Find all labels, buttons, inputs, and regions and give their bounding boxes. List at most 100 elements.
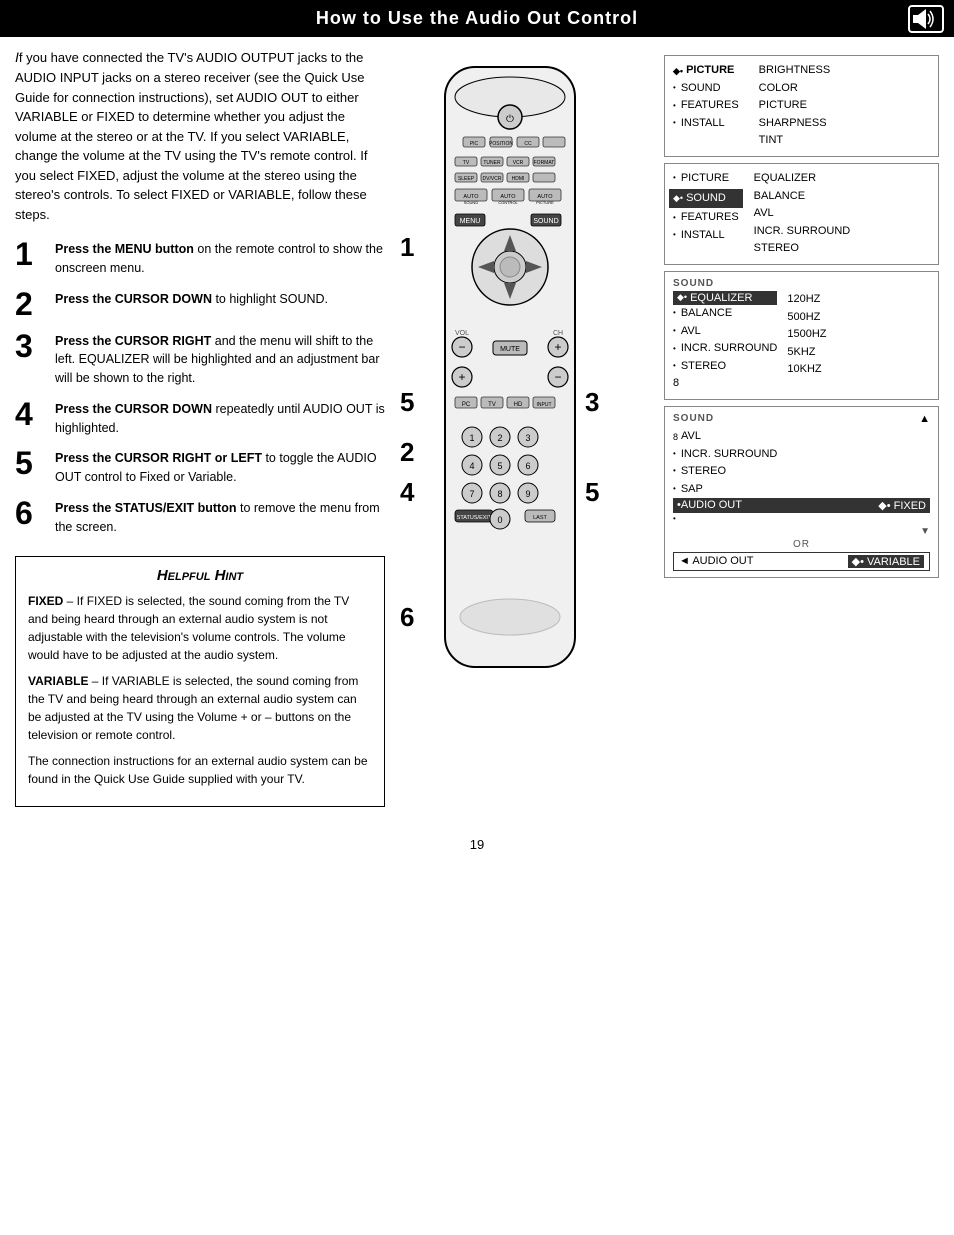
step-4: 4 Press the CURSOR DOWN repeatedly until… bbox=[15, 398, 385, 438]
svg-text:5: 5 bbox=[497, 461, 502, 471]
panel1-right: BRIGHTNESS COLOR PICTURE SHARPNESS TINT bbox=[759, 62, 831, 150]
panel1-picture: PICTURE bbox=[759, 97, 831, 115]
svg-text:HDMI: HDMI bbox=[512, 176, 525, 182]
hint-variable: VARIABLE – If VARIABLE is selected, the … bbox=[28, 672, 372, 744]
panel1-content: ◆• PICTURE • SOUND • FEATURES • INSTALL … bbox=[673, 62, 930, 150]
panel4-header: SOUND ▲ bbox=[673, 413, 930, 426]
panel1-sharpness: SHARPNESS bbox=[759, 115, 831, 133]
svg-text:−: − bbox=[458, 340, 465, 354]
panels-column: ◆• PICTURE • SOUND • FEATURES • INSTALL … bbox=[664, 47, 939, 807]
panel2-features: • FEATURES bbox=[673, 209, 739, 227]
svg-text:−: − bbox=[554, 370, 561, 384]
step-2: 2 Press the CURSOR DOWN to highlight SOU… bbox=[15, 288, 385, 320]
content-wrapper: If you have connected the TV's AUDIO OUT… bbox=[0, 47, 954, 817]
panel3-8: 8 bbox=[673, 375, 777, 393]
panel2-sound-hl: ◆•SOUND bbox=[669, 189, 743, 209]
hint-title: Helpful Hint bbox=[28, 567, 372, 584]
panel3-left: ◆•EQUALIZER •BALANCE •AVL •INCR. SURROUN… bbox=[673, 291, 777, 393]
step-number-6: 6 bbox=[15, 497, 55, 529]
panel3-120hz: 120HZ bbox=[787, 291, 826, 309]
svg-text:SLEEP: SLEEP bbox=[458, 176, 475, 182]
panel2-balance: BALANCE bbox=[754, 188, 851, 206]
svg-text:TV: TV bbox=[488, 402, 496, 408]
panel1-install-row: • INSTALL bbox=[673, 115, 739, 133]
panel-audio-out: SOUND ▲ 8AVL •INCR. SURROUND •STEREO •SA… bbox=[664, 406, 939, 578]
panel3-stereo: •STEREO bbox=[673, 358, 777, 376]
left-column: If you have connected the TV's AUDIO OUT… bbox=[15, 47, 385, 807]
panel3-5khz: 5KHZ bbox=[787, 344, 826, 362]
hint-fixed: FIXED – If FIXED is selected, the sound … bbox=[28, 592, 372, 664]
hint-connection: The connection instructions for an exter… bbox=[28, 752, 372, 788]
svg-text:PIC: PIC bbox=[470, 141, 479, 147]
svg-text:CC: CC bbox=[524, 141, 532, 147]
panel1-features-row: • FEATURES bbox=[673, 97, 739, 115]
svg-text:1: 1 bbox=[469, 433, 474, 443]
step-number-5: 5 bbox=[15, 447, 55, 479]
svg-text:2: 2 bbox=[497, 433, 502, 443]
panel3-right: 120HZ 500HZ 1500HZ 5KHZ 10KHZ bbox=[787, 291, 826, 393]
svg-text:HD: HD bbox=[514, 402, 523, 408]
step-text-1: Press the MENU button on the remote cont… bbox=[55, 238, 385, 278]
panel1-picture-row: ◆• PICTURE bbox=[673, 62, 739, 80]
panel2-left: • PICTURE ◆•SOUND • FEATURES • INSTALL bbox=[673, 170, 739, 258]
svg-text:SOUND: SOUND bbox=[533, 218, 558, 225]
step-number-1: 1 bbox=[15, 238, 55, 270]
step-text-2: Press the CURSOR DOWN to highlight SOUND… bbox=[55, 288, 328, 309]
header-title: How to Use the Audio Out Control bbox=[316, 8, 638, 28]
panel4-sap: •SAP bbox=[673, 481, 930, 499]
panel4-audio-out-hl: •AUDIO OUT ◆• FIXED bbox=[673, 498, 930, 513]
panel2-equalizer: EQUALIZER bbox=[754, 170, 851, 188]
panel4-bullet: • bbox=[673, 513, 930, 526]
step-label-2: 2 bbox=[400, 437, 414, 468]
panel4-or: OR bbox=[673, 539, 930, 550]
panel4-variable-row: ◄ AUDIO OUT ◆• VARIABLE bbox=[673, 552, 930, 571]
panel2-incr: INCR. SURROUND bbox=[754, 223, 851, 241]
panel4-up-arrow: ▲ bbox=[919, 413, 930, 425]
panel3-eq-hl: ◆•EQUALIZER bbox=[673, 291, 777, 305]
panel3-subtitle: SOUND bbox=[673, 278, 930, 289]
svg-text:TV: TV bbox=[463, 160, 470, 166]
svg-text:MUTE: MUTE bbox=[500, 346, 520, 353]
panel3-10khz: 10KHZ bbox=[787, 361, 826, 379]
step-number-2: 2 bbox=[15, 288, 55, 320]
step-label-6: 6 bbox=[400, 602, 414, 633]
panel-main-menu: ◆• PICTURE • SOUND • FEATURES • INSTALL … bbox=[664, 55, 939, 157]
step-3: 3 Press the CURSOR RIGHT and the menu wi… bbox=[15, 330, 385, 388]
panel4-avl: 8AVL bbox=[673, 428, 930, 446]
intro-text: If you have connected the TV's AUDIO OUT… bbox=[15, 47, 385, 224]
step-number-4: 4 bbox=[15, 398, 55, 430]
center-column: 1 5 2 4 3 5 6 ⏻ PIC bbox=[395, 47, 654, 807]
panel4-audio-left: ◄ AUDIO OUT bbox=[679, 555, 753, 568]
panel4-audio-out-label: •AUDIO OUT bbox=[677, 499, 742, 512]
panel4-down: ▼ bbox=[673, 526, 930, 537]
helpful-hint-box: Helpful Hint FIXED – If FIXED is selecte… bbox=[15, 556, 385, 807]
step-6: 6 Press the STATUS/EXIT button to remove… bbox=[15, 497, 385, 537]
step-5: 5 Press the CURSOR RIGHT or LEFT to togg… bbox=[15, 447, 385, 487]
panel4-fixed-val: ◆• FIXED bbox=[878, 499, 926, 512]
page-header: How to Use the Audio Out Control bbox=[0, 0, 954, 37]
panel2-content: • PICTURE ◆•SOUND • FEATURES • INSTALL E… bbox=[673, 170, 930, 258]
svg-text:TUNER: TUNER bbox=[483, 160, 501, 166]
step-label-3: 3 bbox=[585, 387, 599, 418]
svg-text:VOL: VOL bbox=[455, 330, 469, 337]
svg-text:4: 4 bbox=[469, 461, 474, 471]
step-text-5: Press the CURSOR RIGHT or LEFT to toggle… bbox=[55, 447, 385, 487]
svg-text:INPUT: INPUT bbox=[537, 402, 552, 408]
panel1-brightness: BRIGHTNESS bbox=[759, 62, 831, 80]
svg-text:POSITION: POSITION bbox=[489, 141, 513, 147]
step-label-5b: 5 bbox=[585, 477, 599, 508]
svg-text:+: + bbox=[458, 370, 465, 384]
svg-text:MENU: MENU bbox=[460, 218, 481, 225]
panel2-picture: • PICTURE bbox=[673, 170, 739, 188]
panel2-avl: AVL bbox=[754, 205, 851, 223]
svg-text:⏻: ⏻ bbox=[506, 114, 514, 125]
panel3-1500hz: 1500HZ bbox=[787, 326, 826, 344]
panel-sound-menu: • PICTURE ◆•SOUND • FEATURES • INSTALL E… bbox=[664, 163, 939, 265]
svg-text:3: 3 bbox=[525, 433, 530, 443]
panel2-install: • INSTALL bbox=[673, 227, 739, 245]
panel3-500hz: 500HZ bbox=[787, 309, 826, 327]
panel4-stereo: •STEREO bbox=[673, 463, 930, 481]
step-text-3: Press the CURSOR RIGHT and the menu will… bbox=[55, 330, 385, 388]
svg-text:PICTURE: PICTURE bbox=[536, 200, 554, 205]
svg-text:LAST: LAST bbox=[533, 515, 547, 521]
